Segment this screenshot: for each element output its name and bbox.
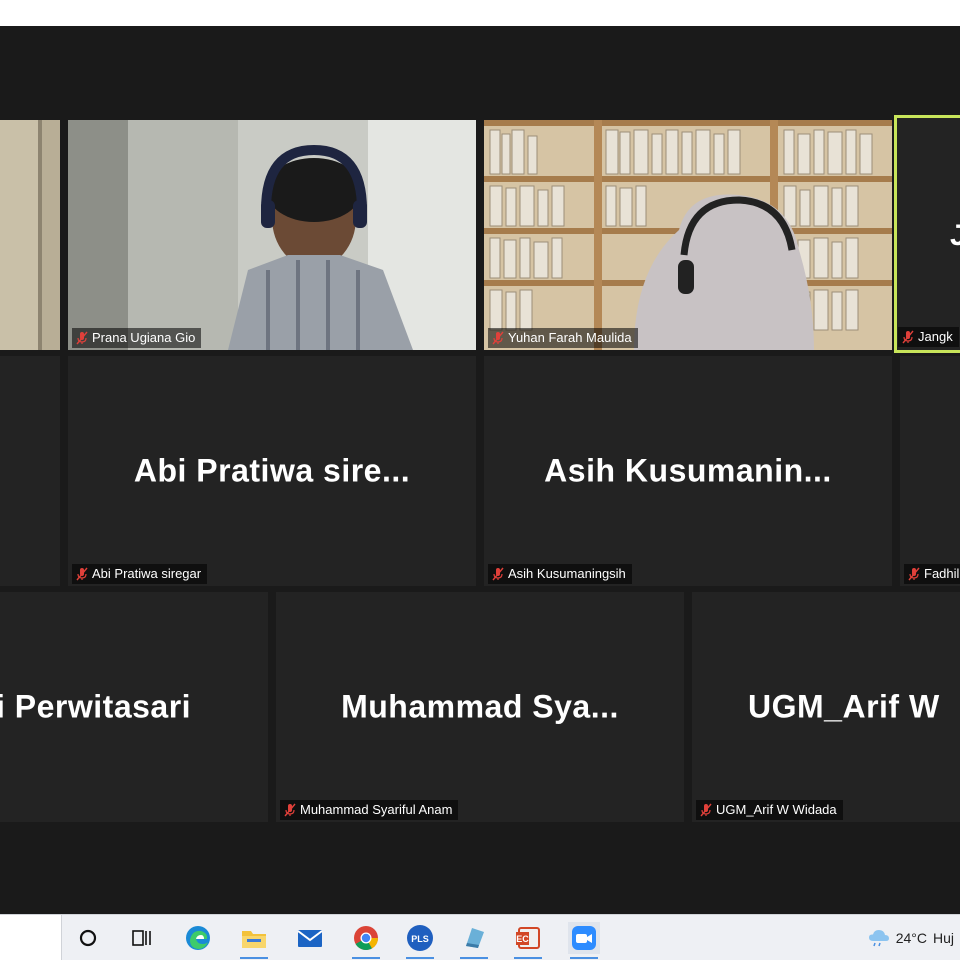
zoom-gallery-view: Prana Ugiana Gio Yuhan Farah Maulida J J… (0, 26, 960, 914)
participant-name: Muhammad Syariful Anam (300, 802, 453, 817)
participant-name-tag: UGM_Arif W Widada (696, 800, 843, 820)
powerpoint-icon[interactable]: EC (512, 922, 544, 959)
participant-name-tag: Asih Kusumaningsih (488, 564, 632, 584)
file-explorer-icon[interactable] (238, 922, 270, 959)
video-tile-cropped-left[interactable] (0, 120, 60, 350)
running-indicator (240, 957, 268, 959)
participant-display-name: Abi Pratiwa sire... (133, 452, 411, 489)
taskbar-search-box[interactable] (0, 915, 62, 960)
weather-condition: Huj (932, 930, 954, 946)
chrome-icon[interactable] (350, 922, 382, 959)
participant-display-name: i Perwitasari (0, 688, 192, 725)
participant-display-name: Asih Kusumanin... (544, 452, 832, 489)
participant-name: Jangk (918, 329, 953, 344)
participant-name: Abi Pratiwa siregar (92, 566, 202, 581)
participant-initial: J (950, 219, 960, 252)
participant-name: Yuhan Farah Maulida (508, 330, 632, 345)
video-tile-prana[interactable]: Prana Ugiana Gio (68, 120, 476, 350)
tile-asih-kusumaningsih[interactable]: Asih Kusumanin... Asih Kusumaningsih (484, 356, 892, 586)
tile-abi-pratiwa[interactable]: Abi Pratiwa sire... Abi Pratiwa siregar (68, 356, 476, 586)
participant-name-tag: Yuhan Farah Maulida (488, 328, 638, 348)
participant-name-tag: Jangk (898, 327, 959, 347)
mic-muted-icon (902, 330, 914, 344)
mic-muted-icon (700, 803, 712, 817)
mic-muted-icon (492, 331, 504, 345)
tile-ugm-arif[interactable]: UGM_Arif W UGM_Arif W Widada (692, 592, 960, 822)
weather-temperature: 24°C (895, 930, 927, 946)
mic-muted-icon (284, 803, 296, 817)
participant-name: Prana Ugiana Gio (92, 330, 196, 345)
running-indicator (406, 957, 434, 959)
room-wall-video (0, 120, 60, 350)
participant-name-tag: Fadhil (904, 564, 960, 584)
participant-display-name: Muhammad Sya... (341, 688, 619, 725)
tile-muhammad-syariful[interactable]: Muhammad Sya... Muhammad Syariful Anam (276, 592, 684, 822)
running-indicator (352, 957, 380, 959)
tile-perwitasari[interactable]: i Perwitasari (0, 592, 268, 822)
system-tray-weather[interactable]: 24°C Huj (868, 915, 960, 960)
notes-app-icon[interactable] (458, 922, 490, 959)
participant-name-tag: Abi Pratiwa siregar (72, 564, 208, 584)
participant-name: Asih Kusumaningsih (508, 566, 626, 581)
participant-name-tag: Prana Ugiana Gio (72, 328, 202, 348)
mail-icon[interactable] (294, 922, 326, 954)
tile-fadhil[interactable]: Fadhil (900, 356, 960, 586)
running-indicator (514, 957, 542, 959)
pls-app-icon[interactable]: PLS (404, 922, 436, 959)
video-tile-jangk-active-speaker[interactable]: J Jangk (894, 115, 960, 353)
svg-text:EC: EC (516, 934, 529, 944)
participant-name: Fadhil (924, 566, 960, 581)
windows-taskbar: PLS EC 24°C Huj (0, 914, 960, 960)
participant-name-tag: Muhammad Syariful Anam (280, 800, 459, 820)
running-indicator (460, 957, 488, 959)
video-tile-yuhan[interactable]: Yuhan Farah Maulida (484, 120, 892, 350)
zoom-icon[interactable] (568, 922, 600, 959)
mic-muted-icon (76, 331, 88, 345)
pls-app-label: PLS (411, 934, 429, 944)
tile-cropped-left-row2[interactable] (0, 356, 60, 586)
rain-cloud-icon (868, 930, 889, 947)
mic-muted-icon (908, 567, 920, 581)
participant-video-yuhan (484, 120, 892, 350)
running-indicator (570, 957, 598, 959)
mic-muted-icon (492, 567, 504, 581)
participant-video-prana (68, 120, 476, 350)
participant-name: UGM_Arif W Widada (716, 802, 837, 817)
screen: Prana Ugiana Gio Yuhan Farah Maulida J J… (0, 0, 960, 960)
mic-muted-icon (76, 567, 88, 581)
cortana-icon[interactable] (72, 922, 104, 954)
task-view-icon[interactable] (126, 922, 158, 954)
participant-display-name: UGM_Arif W (748, 688, 940, 725)
edge-icon[interactable] (182, 922, 214, 954)
